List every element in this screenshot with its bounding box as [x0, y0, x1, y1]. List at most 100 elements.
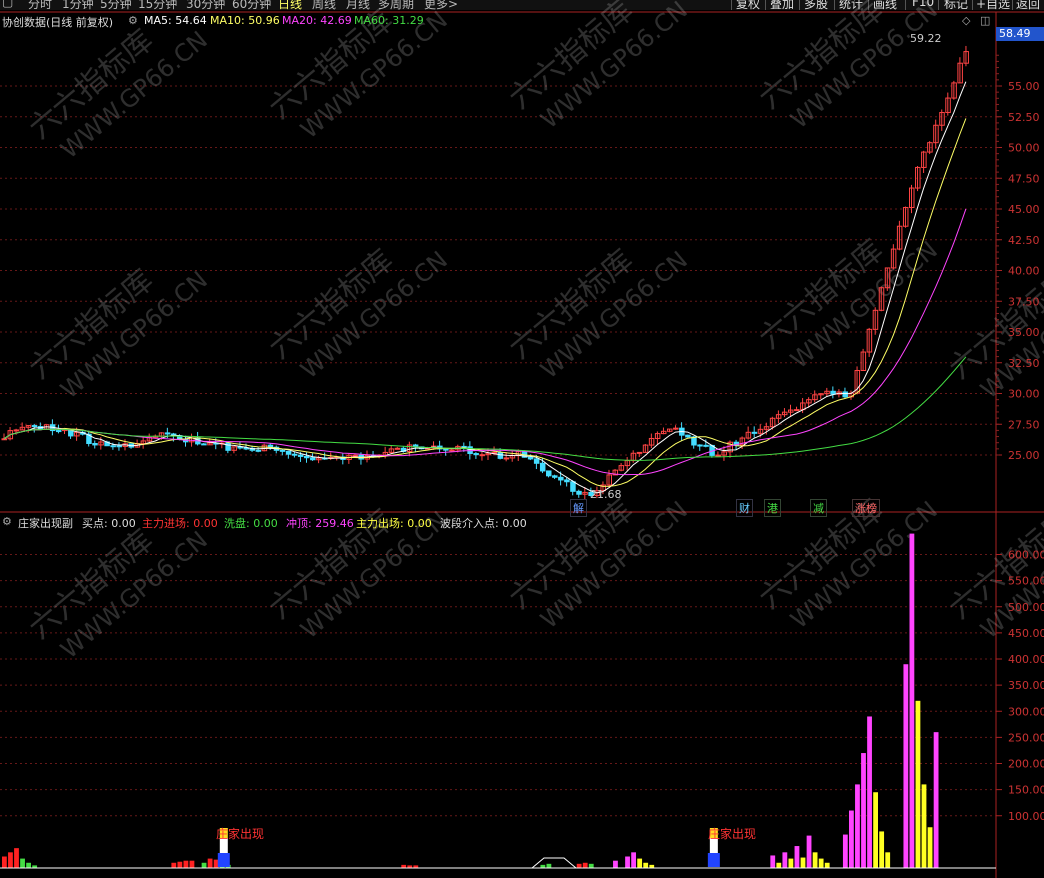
indicator-bar	[776, 862, 782, 868]
price-tick-label: 50.00	[1008, 142, 1040, 155]
indicator-tick-label: 100.00	[1008, 810, 1044, 823]
indicator-bar	[849, 810, 854, 868]
indicator-bar	[576, 863, 582, 868]
candle-body	[636, 451, 643, 454]
event-tag-finance[interactable]: 财	[736, 499, 753, 517]
candle-body	[291, 453, 298, 456]
candle-body	[116, 445, 122, 448]
price-tick-label: 55.00	[1008, 80, 1040, 93]
candle-body	[527, 456, 534, 460]
indicator-bar	[546, 863, 552, 868]
indicator-tick-label: 300.00	[1008, 705, 1044, 718]
toggle-icon[interactable]: ◫	[980, 14, 990, 27]
indicator-bar	[183, 860, 189, 868]
high-price-label: 59.22	[910, 32, 942, 45]
candle-body	[576, 490, 582, 495]
sub-settings-icon[interactable]: ⚙	[2, 515, 12, 528]
indicator-tick-label: 550.00	[1008, 575, 1044, 588]
price-axis: 55.00 52.50 50.00 47.50 45.00 42.50 40.00 37.50…	[996, 54, 1040, 462]
candle-body	[279, 449, 286, 452]
event-tag-unlock[interactable]: 解	[570, 499, 587, 517]
candle-body	[558, 476, 564, 481]
watermark-text: 六六指标库WWW.GP66.CN	[943, 263, 1044, 404]
kline-chart[interactable]: 六六指标库WWW.GP66.CN 六六指标库WWW.GP66.CN 六六指标库WWW…	[0, 0, 1044, 878]
indicator-bar	[915, 700, 921, 868]
indicator-bar	[794, 846, 800, 868]
indicator-wash: 洗盘: 0.00	[224, 517, 278, 530]
ma5-label: MA5: 54.64	[144, 14, 207, 27]
price-tick-label: 40.00	[1008, 265, 1040, 278]
price-tick-label: 37.50	[1008, 295, 1040, 308]
watermark-text: 六六指标库WWW.GP66.CN	[503, 243, 693, 384]
candle-body	[697, 444, 703, 447]
ma10-label: MA10: 50.96	[210, 14, 280, 27]
candle-body	[673, 427, 679, 430]
diamond-icon[interactable]: ◇	[962, 14, 970, 27]
indicator-bar	[933, 732, 939, 868]
indicator-peak: 冲顶: 259.46	[286, 517, 354, 530]
ma60-line	[3, 356, 967, 461]
candle-body	[394, 447, 401, 450]
indicator-bar	[8, 852, 13, 868]
indicator-tick-label: 150.00	[1008, 784, 1044, 797]
candle-body	[751, 431, 758, 434]
indicator-bar	[582, 862, 588, 868]
candle-body	[503, 457, 510, 460]
price-tick-label: 32.50	[1008, 357, 1040, 370]
candle-body	[497, 451, 504, 459]
indicator-bar	[909, 533, 915, 868]
candle-body	[31, 425, 38, 428]
watermark-text: 六六指标库WWW.GP66.CN	[263, 503, 453, 644]
watermark-text: 六六指标库WWW.GP66.CN	[263, 243, 453, 384]
indicator-bar	[637, 858, 643, 868]
ma20-label: MA20: 42.69	[282, 14, 352, 27]
event-tag-ranking[interactable]: 涨榜	[852, 499, 880, 517]
candle-body	[310, 457, 316, 461]
candle-body	[55, 430, 62, 433]
candle-body	[449, 449, 455, 452]
indicator-bar	[879, 831, 885, 868]
candle-body	[539, 462, 546, 472]
candle-body	[352, 454, 358, 457]
watermark-text: 六六指标库WWW.GP66.CN	[753, 233, 943, 374]
indicator-tick-label: 600.00	[1008, 549, 1044, 562]
indicator-bar	[207, 858, 213, 868]
candle-body	[533, 458, 540, 464]
event-tag-reduce[interactable]: 减	[810, 499, 827, 517]
indicator-wave-entry: 波段介入点: 0.00	[440, 517, 527, 530]
indicator-bar	[824, 862, 830, 868]
indicator-bar	[855, 784, 860, 868]
candle-body	[201, 443, 207, 446]
indicator-main-entry: 主力进场: 0.00	[142, 517, 218, 530]
candle-body	[285, 450, 292, 455]
indicator-bar	[177, 861, 183, 868]
event-tag-hk[interactable]: 港	[764, 499, 781, 517]
candle-body	[703, 444, 709, 447]
indicator-bar	[625, 856, 630, 868]
low-price-label: 21.68	[590, 488, 622, 501]
indicator-bar	[643, 862, 649, 868]
indicator-bar	[800, 857, 806, 868]
dealer-block-blue	[707, 853, 720, 867]
candle-body	[164, 432, 171, 435]
candle-body	[473, 453, 479, 456]
candle-body	[564, 479, 570, 483]
indicator-main-exit: 主力出场: 0.00	[356, 517, 432, 530]
indicator-tick-label: 400.00	[1008, 653, 1044, 666]
price-tick-label: 42.50	[1008, 234, 1040, 247]
indicator-bar	[885, 852, 891, 868]
indicator-bar	[14, 848, 19, 868]
indicator-bar	[927, 827, 933, 868]
candle-body	[479, 454, 485, 457]
price-tick-label: 30.00	[1008, 388, 1040, 401]
indicator-bar	[921, 784, 927, 868]
current-price-tag: 58.49	[996, 27, 1044, 41]
watermark-text: 六六指标库WWW.GP66.CN	[943, 503, 1044, 644]
indicator-bar	[770, 855, 776, 868]
watermark-text: 六六指标库WWW.GP66.CN	[23, 263, 213, 404]
indicator-bar	[818, 858, 824, 868]
indicator-bar	[171, 862, 177, 868]
price-tick-label: 45.00	[1008, 203, 1040, 216]
watermark-text: 六六指标库WWW.GP66.CN	[503, 0, 693, 134]
settings-icon[interactable]: ⚙	[128, 14, 138, 27]
